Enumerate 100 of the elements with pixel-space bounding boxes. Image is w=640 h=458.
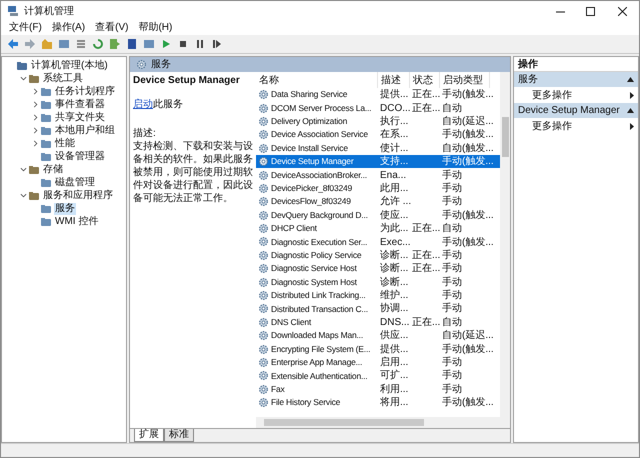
- table-row[interactable]: Diagnostic Policy Service 诊断... 正在... 手动: [256, 248, 500, 262]
- table-cell-text: 自动: [441, 316, 463, 330]
- column-header[interactable]: 名称: [256, 72, 378, 88]
- service-name: Diagnostic Service Host: [271, 262, 357, 276]
- table-cell-text: Exec...: [379, 236, 410, 250]
- table-row[interactable]: Downloaded Maps Man... 供应... 自动(延迟...: [256, 329, 500, 342]
- maximize-icon: [586, 6, 594, 16]
- table-row[interactable]: DevQuery Background D... 使应... 手动(触发...: [256, 208, 500, 222]
- table-row[interactable]: DHCP Client 为此... 正在... 自动: [256, 222, 500, 236]
- table-row[interactable]: DCOM Server Process La... DCO...正在... 自动: [256, 101, 500, 115]
- table-cell-text: 提供...: [379, 342, 410, 356]
- action-item[interactable]: 更多操作: [532, 118, 630, 134]
- table-cell-text: 提供...: [379, 88, 410, 102]
- view-tab[interactable]: 标准: [164, 429, 194, 442]
- chevron-right-icon[interactable]: [32, 127, 38, 134]
- table-row[interactable]: Fax 利用... 手动: [256, 382, 500, 396]
- refresh-icon[interactable]: [92, 38, 104, 50]
- chevron-right-icon[interactable]: [32, 114, 38, 121]
- table-cell-text: 手动: [441, 356, 463, 370]
- service-name: Device Association Service: [271, 128, 368, 142]
- start-link[interactable]: 启动: [133, 99, 153, 110]
- menu-item[interactable]: 文件(F): [9, 22, 42, 34]
- table-row[interactable]: Diagnostic Service Host 诊断... 正在... 手动: [256, 262, 500, 276]
- pause-icon[interactable]: [194, 38, 206, 50]
- list-icon[interactable]: [75, 38, 87, 50]
- tree-item[interactable]: 性能: [54, 138, 76, 150]
- table-row[interactable]: Distributed Transaction C... 协调... 手动: [256, 302, 500, 316]
- tree-item[interactable]: 设备管理器: [54, 150, 106, 162]
- column-header[interactable]: 状态: [410, 72, 440, 88]
- stop-icon[interactable]: [177, 38, 189, 50]
- service-name: Extensible Authentication...: [271, 370, 368, 382]
- table-row[interactable]: DevicesFlow_8f03249 允许 ... 手动: [256, 195, 500, 209]
- horizontal-scrollbar[interactable]: [256, 417, 510, 428]
- table-row[interactable]: Diagnostic Execution Ser... Exec... 手动(触发...: [256, 235, 500, 249]
- table-cell-text: 诊断...: [379, 276, 410, 290]
- table-cell-text: 手动: [441, 182, 463, 196]
- column-header[interactable]: 启动类型: [440, 72, 490, 88]
- gear-icon: [258, 129, 269, 140]
- tree-item[interactable]: 系统工具: [42, 72, 84, 84]
- gear-icon: [258, 89, 269, 100]
- table-row[interactable]: Device Setup Manager 支持... 手动(触发...: [256, 154, 500, 168]
- tree-item[interactable]: 计算机管理(本地): [30, 60, 109, 72]
- table-row[interactable]: DeviceAssociationBroker... Ena... 手动: [256, 168, 500, 182]
- table-cell-text: 可扩...: [379, 368, 410, 384]
- table-row[interactable]: Data Sharing Service 提供... 正在... 手动(触发...: [256, 88, 500, 102]
- tree-item[interactable]: 磁盘管理: [54, 176, 96, 188]
- chevron-right-icon[interactable]: [32, 88, 38, 95]
- tree-item[interactable]: 服务: [54, 202, 76, 214]
- chevron-right-icon[interactable]: [32, 101, 38, 108]
- table-row[interactable]: File History Service 将用... 手动(触发...: [256, 396, 500, 410]
- table-cell-text: 诊断...: [379, 248, 410, 262]
- vertical-scrollbar[interactable]: [500, 72, 510, 417]
- menu-item[interactable]: 操作(A): [52, 22, 86, 34]
- table-row[interactable]: Encrypting File System (E... 提供... 手动(触发...: [256, 342, 500, 356]
- menu-item[interactable]: 帮助(H): [138, 22, 172, 34]
- table-row[interactable]: DNS Client DNS... 正在... 自动: [256, 316, 500, 330]
- action-item[interactable]: 更多操作: [532, 88, 630, 102]
- table-row[interactable]: Diagnostic System Host 诊断... 手动: [256, 275, 500, 289]
- panel-icon[interactable]: [58, 38, 70, 50]
- table-cell-text: 正在...: [411, 262, 440, 276]
- collapse-arrow-icon[interactable]: [627, 77, 634, 82]
- chevron-down-icon[interactable]: [20, 192, 26, 199]
- table-cell-text: 正在...: [411, 102, 440, 116]
- description-text: 支持检测、下载和安装与设备相关的软件。如果此服务被禁用，则可能使用过期软件对设备进行配置，因此设备可能无法正常工作。: [133, 140, 253, 205]
- chevron-down-icon[interactable]: [20, 75, 26, 82]
- folder-icon: [40, 202, 52, 214]
- folder-icon: [40, 112, 52, 124]
- column-header[interactable]: 描述: [378, 72, 410, 88]
- action-section-header[interactable]: Device Setup Manager: [514, 103, 638, 118]
- table-cell-text: 将用...: [379, 396, 410, 410]
- menu-item[interactable]: 查看(V): [95, 22, 128, 34]
- tree-item[interactable]: 本地用户和组: [54, 124, 116, 136]
- tree-item[interactable]: WMI 控件: [54, 216, 100, 228]
- table-cell-text: 手动: [441, 168, 463, 182]
- service-name: DevicesFlow_8f03249: [271, 195, 351, 208]
- table-row[interactable]: Delivery Optimization 执行... 自动(延迟...: [256, 114, 500, 128]
- chevron-right-icon[interactable]: [32, 140, 38, 147]
- back-arrow-icon[interactable]: [7, 38, 19, 50]
- action-section-header[interactable]: 服务: [514, 72, 638, 87]
- tree-item[interactable]: 事件查看器: [54, 98, 106, 110]
- panel-icon[interactable]: [143, 38, 155, 50]
- table-cell-text: 正在...: [411, 88, 440, 102]
- table-row[interactable]: Enterprise App Manage... 启用... 手动: [256, 356, 500, 370]
- collapse-arrow-icon[interactable]: [627, 108, 634, 113]
- play-icon[interactable]: [160, 38, 172, 50]
- chevron-down-icon[interactable]: [20, 166, 26, 173]
- table-row[interactable]: Device Association Service 在系... 手动(触发...: [256, 128, 500, 142]
- table-row[interactable]: Extensible Authentication... 可扩... 手动: [256, 369, 500, 383]
- submenu-arrow-icon: [630, 92, 634, 98]
- service-name: Encrypting File System (E...: [271, 342, 370, 356]
- view-tab[interactable]: 扩展: [134, 429, 164, 442]
- tree-item[interactable]: 服务和应用程序: [42, 190, 114, 202]
- table-row[interactable]: DevicePicker_8f03249 此用... 手动: [256, 182, 500, 196]
- table-row[interactable]: Distributed Link Tracking... 维护... 手动: [256, 288, 500, 302]
- tree-item[interactable]: 共享文件夹: [54, 112, 106, 124]
- folder-icon: [28, 190, 40, 202]
- restart-icon[interactable]: [211, 38, 223, 50]
- tree-item[interactable]: 存储: [42, 164, 64, 176]
- table-row[interactable]: Device Install Service 使计... 自动(触发...: [256, 142, 500, 155]
- tree-item[interactable]: 任务计划程序: [54, 86, 116, 98]
